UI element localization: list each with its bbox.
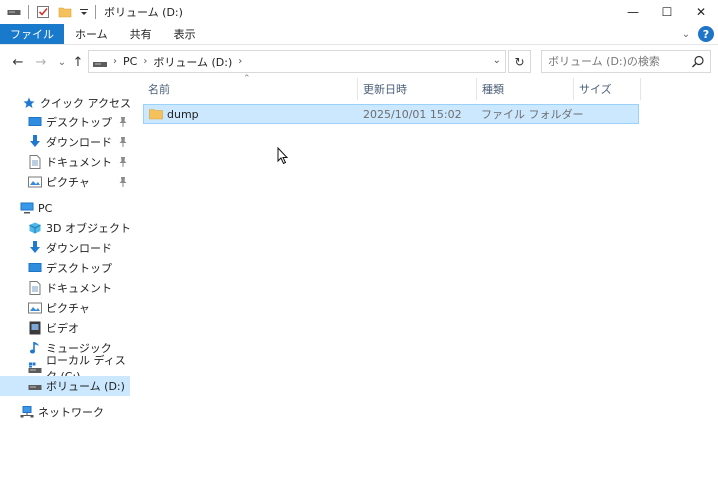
download-icon <box>28 241 42 255</box>
customize-toolbar-icon[interactable] <box>79 4 89 20</box>
sidebar-label: ネットワーク <box>38 406 104 419</box>
drive-icon[interactable] <box>6 4 22 20</box>
quick-access-toolbar: ボリューム (D:) <box>0 0 183 24</box>
sidebar-item-local-disk-c[interactable]: ローカル ディスク (C:) <box>0 354 136 383</box>
document-icon <box>28 281 42 295</box>
sidebar-label: 3D オブジェクト <box>46 222 131 235</box>
breadcrumb-separator[interactable]: › <box>238 56 242 67</box>
sidebar-item-network[interactable]: ネットワーク <box>0 402 136 422</box>
new-folder-icon[interactable] <box>57 4 73 20</box>
up-button[interactable]: ↑ <box>70 54 86 70</box>
column-header-modified[interactable]: 更新日時 <box>358 78 477 100</box>
file-list-header: ⌃ 名前 更新日時 種類 サイズ <box>143 74 643 100</box>
mouse-pointer-icon <box>277 146 289 165</box>
file-modified: 2025/10/01 15:02 <box>363 107 462 121</box>
address-bar[interactable]: › PC › ボリューム (D:) › ⌄ <box>88 50 506 73</box>
folder-icon <box>149 105 163 123</box>
download-icon <box>28 135 42 149</box>
window-title: ボリューム (D:) <box>104 6 183 19</box>
file-type: ファイル フォルダー <box>481 108 584 121</box>
sidebar-item-downloads-pc[interactable]: ダウンロード <box>0 238 136 258</box>
toolbar-separator <box>95 5 96 19</box>
breadcrumb-separator: › <box>113 56 117 67</box>
drive-icon <box>93 58 107 67</box>
expand-ribbon-icon[interactable]: ⌄ <box>678 29 694 40</box>
pictures-icon <box>28 301 42 315</box>
toolbar-separator <box>28 5 29 19</box>
sidebar-item-3d-objects[interactable]: 3D オブジェクト <box>0 218 136 238</box>
minimize-button[interactable]: — <box>616 0 650 24</box>
search-input[interactable] <box>548 55 688 68</box>
sidebar-item-downloads[interactable]: ダウンロード <box>0 132 136 152</box>
search-box[interactable] <box>541 50 711 73</box>
desktop-icon <box>28 115 42 129</box>
drive-icon <box>28 379 42 393</box>
tab-view[interactable]: 表示 <box>163 24 207 44</box>
column-header-size[interactable]: サイズ <box>574 78 641 100</box>
navigation-bar: ← → ⌄ ↑ › PC › ボリューム (D:) › ⌄ ↻ <box>0 44 718 78</box>
3d-objects-icon <box>28 221 42 235</box>
file-name[interactable]: dump <box>167 105 199 123</box>
sidebar-label: ピクチャ <box>46 302 90 315</box>
sidebar-label: ドキュメント <box>46 282 112 295</box>
breadcrumb-pc[interactable]: PC <box>123 55 137 68</box>
star-icon <box>22 96 36 110</box>
sidebar-item-pc[interactable]: PC <box>0 198 136 218</box>
sidebar-label: ドキュメント <box>46 156 112 169</box>
help-icon[interactable]: ? <box>698 26 714 42</box>
sidebar-label: ビデオ <box>46 322 79 335</box>
sidebar-item-desktop-pc[interactable]: デスクトップ <box>0 258 136 278</box>
close-button[interactable]: ✕ <box>684 0 718 24</box>
refresh-button[interactable]: ↻ <box>508 50 531 73</box>
ribbon-controls: ⌄ ? <box>678 25 714 43</box>
pin-icon[interactable] <box>118 156 128 168</box>
properties-icon[interactable] <box>35 4 51 20</box>
pin-icon[interactable] <box>118 136 128 148</box>
system-drive-icon <box>28 361 42 375</box>
network-icon <box>20 405 34 419</box>
sidebar-item-pictures[interactable]: ピクチャ <box>0 172 136 192</box>
pin-icon[interactable] <box>118 116 128 128</box>
window-controls: — ☐ ✕ <box>616 0 718 24</box>
music-note-icon <box>28 341 42 355</box>
pictures-icon <box>28 175 42 189</box>
pin-icon[interactable] <box>118 176 128 188</box>
sidebar-item-pictures-pc[interactable]: ピクチャ <box>0 298 136 318</box>
tab-file[interactable]: ファイル <box>0 24 64 44</box>
sidebar-label: ダウンロード <box>46 136 112 149</box>
sidebar-label: デスクトップ <box>46 262 112 275</box>
recent-locations-button[interactable]: ⌄ <box>54 54 70 70</box>
sidebar-label: ボリューム (D:) <box>46 380 125 393</box>
video-icon <box>28 321 42 335</box>
file-row[interactable]: dump 2025/10/01 15:02 ファイル フォルダー <box>143 104 639 124</box>
sidebar-item-documents-pc[interactable]: ドキュメント <box>0 278 136 298</box>
address-dropdown-icon[interactable]: ⌄ <box>493 55 501 66</box>
breadcrumb-volume-d[interactable]: ボリューム (D:) <box>153 54 232 70</box>
desktop-icon <box>28 261 42 275</box>
breadcrumb-separator: › <box>143 56 148 67</box>
sidebar-item-documents[interactable]: ドキュメント <box>0 152 136 172</box>
tab-share[interactable]: 共有 <box>119 24 163 44</box>
sidebar-label: ピクチャ <box>46 176 90 189</box>
sidebar-label: デスクトップ <box>46 116 112 129</box>
sidebar-label: PC <box>38 201 53 215</box>
column-header-name[interactable]: 名前 <box>143 78 358 100</box>
navigation-pane: クイック アクセス デスクトップ ダウンロード ドキュメント ピクチャ PC 3… <box>0 78 136 495</box>
sidebar-label: ダウンロード <box>46 242 112 255</box>
tab-home[interactable]: ホーム <box>64 24 119 44</box>
title-bar: ボリューム (D:) — ☐ ✕ <box>0 0 718 24</box>
sidebar-item-volume-d[interactable]: ボリューム (D:) <box>0 376 130 396</box>
sidebar-item-desktop[interactable]: デスクトップ <box>0 112 136 132</box>
column-header-type[interactable]: 種類 <box>477 78 574 100</box>
maximize-button[interactable]: ☐ <box>650 0 684 24</box>
ribbon-tabs: ファイル ホーム 共有 表示 ⌄ ? <box>0 24 718 44</box>
pc-icon <box>20 201 34 215</box>
search-icon[interactable] <box>691 55 705 69</box>
sidebar-item-quick-access[interactable]: クイック アクセス <box>0 93 136 113</box>
sidebar-item-videos[interactable]: ビデオ <box>0 318 136 338</box>
document-icon <box>28 155 42 169</box>
sidebar-label: クイック アクセス <box>40 97 131 110</box>
back-button[interactable]: ← <box>10 54 26 70</box>
forward-button[interactable]: → <box>33 54 49 70</box>
